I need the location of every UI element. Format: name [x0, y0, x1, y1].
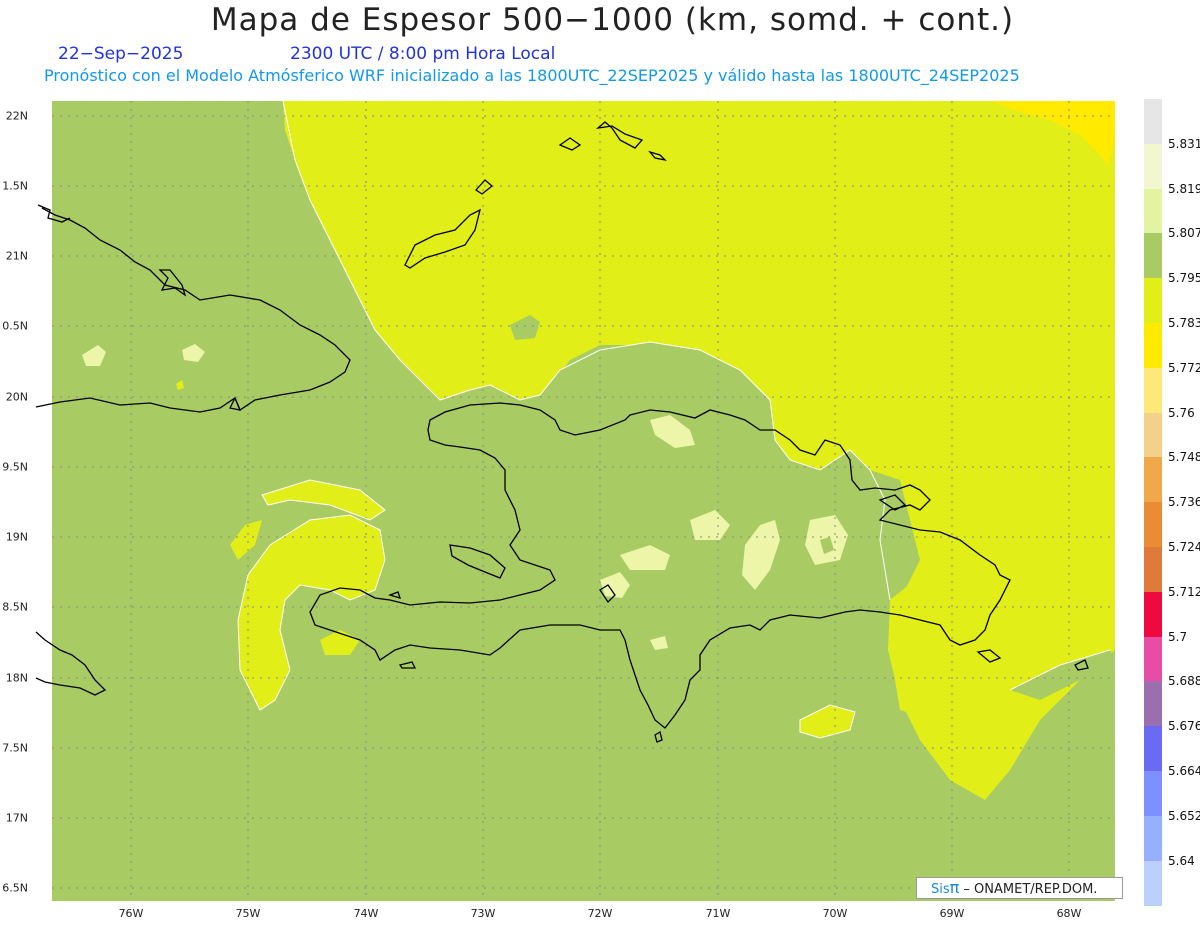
credit-sis: Sis: [931, 882, 950, 897]
color-scale-label: 5.807: [1168, 226, 1200, 241]
lat-label: 0.5N: [2, 319, 28, 333]
color-scale-cell: [1144, 726, 1162, 772]
color-scale-label: 5.7: [1168, 629, 1188, 644]
lat-label: 21N: [5, 249, 28, 263]
lat-label: 19N: [5, 530, 28, 544]
color-scale-label: 5.772: [1168, 360, 1200, 375]
color-scale-label: 5.783: [1168, 316, 1200, 330]
lon-label: 74W: [353, 907, 379, 920]
color-scale-cell: [1144, 233, 1162, 279]
color-scale-label: 5.676: [1168, 719, 1200, 734]
lon-label: 75W: [235, 907, 261, 920]
lat-label: 17N: [5, 811, 28, 825]
lon-label: 69W: [939, 907, 965, 920]
lon-label: 76W: [118, 907, 144, 920]
lat-label: 7.5N: [2, 741, 28, 755]
lat-label: 9.5N: [2, 460, 28, 474]
color-scale-label: 5.688: [1168, 674, 1200, 689]
credit-box: Sisπ – ONAMET/REP.DOM.: [916, 877, 1123, 899]
lat-label: 22N: [5, 109, 28, 123]
color-scale-cell: [1144, 860, 1162, 906]
color-scale-cell: [1144, 771, 1162, 817]
color-scale-label: 5.712: [1168, 584, 1200, 599]
color-scale-cell: [1144, 412, 1162, 458]
color-scale-label: 5.76: [1168, 405, 1195, 420]
color-scale-label: 5.736: [1168, 495, 1200, 510]
color-scale-label: 5.652: [1168, 808, 1200, 823]
lon-label: 70W: [822, 907, 848, 920]
thickness-map: [35, 100, 1115, 901]
color-scale-bar: [1144, 99, 1162, 906]
color-scale-cell: [1144, 815, 1162, 862]
color-scale-cell: [1144, 547, 1162, 593]
color-scale-cell: [1144, 636, 1162, 682]
color-scale-cell: [1144, 591, 1162, 638]
color-scale-label: 5.724: [1168, 540, 1200, 554]
color-scale-cell: [1144, 457, 1162, 503]
credit-pi-symbol: π: [949, 878, 960, 897]
color-scale-cell: [1144, 99, 1162, 145]
lon-label: 73W: [470, 907, 496, 920]
lat-label: 18N: [5, 671, 28, 685]
lon-label: 71W: [705, 907, 731, 920]
color-scale-cell: [1144, 323, 1162, 369]
lat-label: 20N: [5, 390, 28, 404]
lat-label: 1.5N: [2, 179, 28, 193]
color-scale-cell: [1144, 278, 1162, 324]
color-scale-cell: [1144, 681, 1162, 727]
color-scale-cell: [1144, 367, 1162, 414]
color-scale-cell: [1144, 188, 1162, 234]
lat-label: 8.5N: [2, 600, 28, 614]
color-scale-cell: [1144, 502, 1162, 548]
color-scale-cell: [1144, 143, 1162, 190]
lat-label: 6.5N: [2, 881, 28, 895]
color-scale-label: 5.831: [1168, 136, 1200, 151]
color-scale-label: 5.819: [1168, 181, 1200, 196]
lon-label: 68W: [1056, 907, 1082, 920]
lon-label: 72W: [587, 907, 613, 920]
color-scale-label: 5.64: [1168, 853, 1195, 868]
credit-organization: – ONAMET/REP.DOM.: [963, 882, 1098, 897]
color-scale-label: 5.748: [1168, 450, 1200, 465]
color-scale-label: 5.664: [1168, 764, 1200, 778]
color-scale-label: 5.795: [1168, 271, 1200, 286]
